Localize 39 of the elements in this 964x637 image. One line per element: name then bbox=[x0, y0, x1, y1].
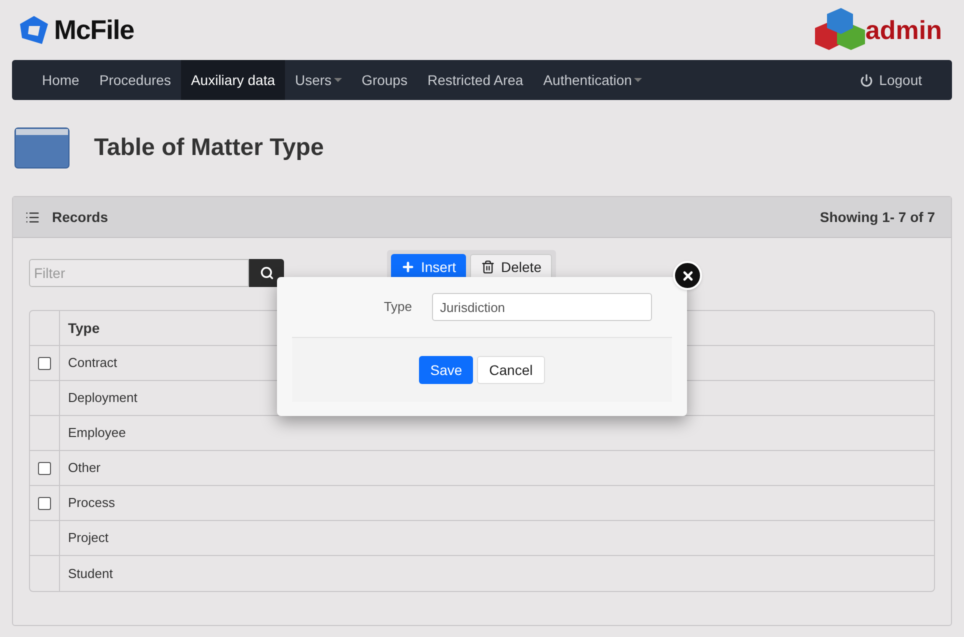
power-icon bbox=[860, 74, 874, 86]
cancel-button[interactable]: Cancel bbox=[477, 356, 545, 384]
trash-icon bbox=[481, 260, 496, 274]
page-title: Table of Matter Type bbox=[94, 133, 324, 163]
close-button[interactable] bbox=[673, 261, 702, 290]
type-field[interactable]: Jurisdiction bbox=[432, 293, 652, 321]
table-cell-text: Other bbox=[67, 459, 101, 478]
plus-icon bbox=[401, 260, 415, 274]
search-button[interactable] bbox=[249, 259, 284, 287]
row-checkbox[interactable] bbox=[38, 356, 51, 370]
search-icon bbox=[260, 266, 274, 280]
admin-label: admin bbox=[865, 14, 942, 46]
table-cell-text: Project bbox=[67, 529, 108, 548]
nav-link[interactable]: Groups bbox=[352, 60, 418, 100]
row-checkbox[interactable] bbox=[38, 496, 51, 510]
record-count: Showing 1- 7 of 7 bbox=[820, 208, 935, 227]
row-checkbox[interactable] bbox=[38, 462, 51, 474]
type-label: Type bbox=[382, 298, 413, 316]
table-cell-text: Student bbox=[67, 564, 113, 583]
filter-field[interactable]: Filter bbox=[29, 259, 249, 287]
brand-name: McFile bbox=[54, 14, 134, 47]
table-cell-text: Employee bbox=[67, 424, 126, 442]
logo-icon bbox=[18, 14, 50, 46]
table-cell-text: Deployment bbox=[67, 389, 138, 408]
logout-link[interactable]: Logout bbox=[860, 70, 922, 90]
nav-link[interactable]: Home bbox=[32, 60, 90, 100]
save-button[interactable]: Save bbox=[419, 356, 474, 384]
nav-link[interactable]: Authentication bbox=[533, 60, 652, 100]
table-cell-text: Contract bbox=[67, 354, 118, 372]
list-icon bbox=[25, 210, 40, 224]
column-header: Type bbox=[67, 318, 100, 338]
nav-link[interactable]: Users bbox=[285, 60, 352, 100]
nav-link[interactable]: Procedures bbox=[89, 60, 181, 100]
nav-link[interactable]: Restricted Area bbox=[417, 60, 534, 100]
window-icon bbox=[14, 127, 70, 169]
close-icon bbox=[680, 268, 694, 282]
panel-title: Records bbox=[52, 208, 108, 226]
table-cell-text: Process bbox=[67, 494, 115, 512]
nav-link[interactable]: Auxiliary data bbox=[180, 60, 285, 100]
